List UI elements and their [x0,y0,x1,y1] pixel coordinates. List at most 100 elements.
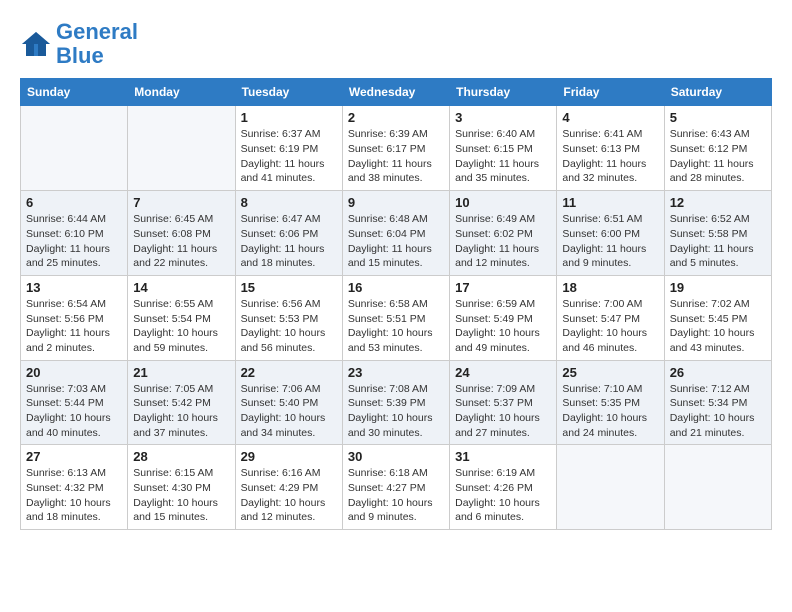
page-header: General Blue [20,20,772,68]
day-info: Sunrise: 6:41 AM Sunset: 6:13 PM Dayligh… [562,127,658,186]
day-number: 3 [455,110,551,125]
weekday-header: Saturday [664,79,771,106]
calendar-week-row: 20 Sunrise: 7:03 AM Sunset: 5:44 PM Dayli… [21,360,772,445]
calendar-week-row: 6 Sunrise: 6:44 AM Sunset: 6:10 PM Daylig… [21,191,772,276]
day-info: Sunrise: 7:02 AM Sunset: 5:45 PM Dayligh… [670,297,766,356]
day-number: 21 [133,365,229,380]
day-info: Sunrise: 7:08 AM Sunset: 5:39 PM Dayligh… [348,382,444,441]
calendar-cell [128,106,235,191]
day-number: 24 [455,365,551,380]
day-number: 11 [562,195,658,210]
calendar-cell: 27 Sunrise: 6:13 AM Sunset: 4:32 PM Dayli… [21,445,128,530]
day-info: Sunrise: 6:48 AM Sunset: 6:04 PM Dayligh… [348,212,444,271]
day-number: 23 [348,365,444,380]
day-number: 22 [241,365,337,380]
weekday-header: Sunday [21,79,128,106]
weekday-header: Friday [557,79,664,106]
day-info: Sunrise: 6:40 AM Sunset: 6:15 PM Dayligh… [455,127,551,186]
calendar-cell: 11Sunrise: 6:51 AM Sunset: 6:00 PM Dayli… [557,191,664,276]
logo: General Blue [20,20,138,68]
day-number: 29 [241,449,337,464]
day-number: 2 [348,110,444,125]
logo-text: General Blue [56,20,138,68]
weekday-header: Thursday [450,79,557,106]
calendar-cell [21,106,128,191]
day-info: Sunrise: 6:47 AM Sunset: 6:06 PM Dayligh… [241,212,337,271]
day-number: 14 [133,280,229,295]
day-info: Sunrise: 7:12 AM Sunset: 5:34 PM Dayligh… [670,382,766,441]
day-number: 4 [562,110,658,125]
calendar-cell [664,445,771,530]
day-info: Sunrise: 6:56 AM Sunset: 5:53 PM Dayligh… [241,297,337,356]
day-number: 31 [455,449,551,464]
calendar-cell: 9Sunrise: 6:48 AM Sunset: 6:04 PM Daylig… [342,191,449,276]
day-info: Sunrise: 7:09 AM Sunset: 5:37 PM Dayligh… [455,382,551,441]
day-info: Sunrise: 6:39 AM Sunset: 6:17 PM Dayligh… [348,127,444,186]
day-number: 16 [348,280,444,295]
calendar-cell: 28 Sunrise: 6:15 AM Sunset: 4:30 PM Dayli… [128,445,235,530]
day-number: 25 [562,365,658,380]
calendar-cell: 15 Sunrise: 6:56 AM Sunset: 5:53 PM Dayli… [235,275,342,360]
calendar-header-row: SundayMondayTuesdayWednesdayThursdayFrid… [21,79,772,106]
calendar-cell: 8 Sunrise: 6:47 AM Sunset: 6:06 PM Daylig… [235,191,342,276]
day-number: 15 [241,280,337,295]
calendar-cell: 2 Sunrise: 6:39 AM Sunset: 6:17 PM Daylig… [342,106,449,191]
calendar-cell [557,445,664,530]
day-info: Sunrise: 6:52 AM Sunset: 5:58 PM Dayligh… [670,212,766,271]
calendar-cell: 22Sunrise: 7:06 AM Sunset: 5:40 PM Dayli… [235,360,342,445]
calendar: SundayMondayTuesdayWednesdayThursdayFrid… [20,78,772,530]
calendar-cell: 14 Sunrise: 6:55 AM Sunset: 5:54 PM Dayli… [128,275,235,360]
day-info: Sunrise: 6:43 AM Sunset: 6:12 PM Dayligh… [670,127,766,186]
weekday-header: Tuesday [235,79,342,106]
logo-icon [20,30,52,58]
day-info: Sunrise: 7:03 AM Sunset: 5:44 PM Dayligh… [26,382,122,441]
weekday-header: Monday [128,79,235,106]
day-number: 5 [670,110,766,125]
day-info: Sunrise: 6:15 AM Sunset: 4:30 PM Dayligh… [133,466,229,525]
calendar-cell: 24 Sunrise: 7:09 AM Sunset: 5:37 PM Dayli… [450,360,557,445]
calendar-cell: 29 Sunrise: 6:16 AM Sunset: 4:29 PM Dayli… [235,445,342,530]
day-number: 17 [455,280,551,295]
day-info: Sunrise: 6:58 AM Sunset: 5:51 PM Dayligh… [348,297,444,356]
day-info: Sunrise: 6:13 AM Sunset: 4:32 PM Dayligh… [26,466,122,525]
calendar-cell: 1Sunrise: 6:37 AM Sunset: 6:19 PM Daylig… [235,106,342,191]
calendar-cell: 5 Sunrise: 6:43 AM Sunset: 6:12 PM Daylig… [664,106,771,191]
calendar-cell: 10Sunrise: 6:49 AM Sunset: 6:02 PM Dayli… [450,191,557,276]
day-number: 6 [26,195,122,210]
day-number: 12 [670,195,766,210]
calendar-cell: 21 Sunrise: 7:05 AM Sunset: 5:42 PM Dayli… [128,360,235,445]
day-number: 7 [133,195,229,210]
calendar-cell: 31 Sunrise: 6:19 AM Sunset: 4:26 PM Dayli… [450,445,557,530]
day-number: 28 [133,449,229,464]
calendar-cell: 3 Sunrise: 6:40 AM Sunset: 6:15 PM Daylig… [450,106,557,191]
day-info: Sunrise: 6:44 AM Sunset: 6:10 PM Dayligh… [26,212,122,271]
day-info: Sunrise: 6:54 AM Sunset: 5:56 PM Dayligh… [26,297,122,356]
day-info: Sunrise: 6:55 AM Sunset: 5:54 PM Dayligh… [133,297,229,356]
day-number: 20 [26,365,122,380]
day-number: 13 [26,280,122,295]
day-info: Sunrise: 6:49 AM Sunset: 6:02 PM Dayligh… [455,212,551,271]
calendar-cell: 13 Sunrise: 6:54 AM Sunset: 5:56 PM Dayli… [21,275,128,360]
day-info: Sunrise: 7:00 AM Sunset: 5:47 PM Dayligh… [562,297,658,356]
calendar-cell: 7 Sunrise: 6:45 AM Sunset: 6:08 PM Daylig… [128,191,235,276]
day-number: 26 [670,365,766,380]
day-number: 27 [26,449,122,464]
day-info: Sunrise: 7:10 AM Sunset: 5:35 PM Dayligh… [562,382,658,441]
day-number: 19 [670,280,766,295]
day-info: Sunrise: 7:05 AM Sunset: 5:42 PM Dayligh… [133,382,229,441]
calendar-cell: 20 Sunrise: 7:03 AM Sunset: 5:44 PM Dayli… [21,360,128,445]
calendar-cell: 23 Sunrise: 7:08 AM Sunset: 5:39 PM Dayli… [342,360,449,445]
calendar-cell: 12 Sunrise: 6:52 AM Sunset: 5:58 PM Dayli… [664,191,771,276]
day-info: Sunrise: 6:16 AM Sunset: 4:29 PM Dayligh… [241,466,337,525]
weekday-header: Wednesday [342,79,449,106]
day-info: Sunrise: 6:18 AM Sunset: 4:27 PM Dayligh… [348,466,444,525]
day-number: 8 [241,195,337,210]
day-info: Sunrise: 6:45 AM Sunset: 6:08 PM Dayligh… [133,212,229,271]
day-info: Sunrise: 6:37 AM Sunset: 6:19 PM Dayligh… [241,127,337,186]
calendar-week-row: 13 Sunrise: 6:54 AM Sunset: 5:56 PM Dayli… [21,275,772,360]
calendar-cell: 6 Sunrise: 6:44 AM Sunset: 6:10 PM Daylig… [21,191,128,276]
day-info: Sunrise: 6:59 AM Sunset: 5:49 PM Dayligh… [455,297,551,356]
calendar-cell: 16 Sunrise: 6:58 AM Sunset: 5:51 PM Dayli… [342,275,449,360]
day-info: Sunrise: 6:19 AM Sunset: 4:26 PM Dayligh… [455,466,551,525]
calendar-cell: 19 Sunrise: 7:02 AM Sunset: 5:45 PM Dayli… [664,275,771,360]
